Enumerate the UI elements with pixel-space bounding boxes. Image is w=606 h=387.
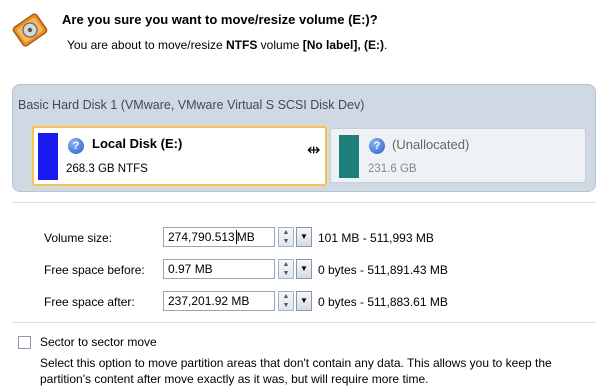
free-space-before-label: Free space before:	[44, 263, 145, 277]
free-space-after-range: 0 bytes - 511,883.61 MB	[318, 295, 448, 309]
free-space-after-stepper[interactable]: ▲ ▼	[278, 291, 294, 311]
sector-move-label[interactable]: Sector to sector move	[40, 335, 157, 349]
dialog-title: Are you sure you want to move/resize vol…	[62, 12, 378, 27]
free-space-before-unit-dropdown[interactable]: ▼	[296, 259, 312, 279]
free-space-after-unit-dropdown[interactable]: ▼	[296, 291, 312, 311]
volume-size-unit-dropdown[interactable]: ▼	[296, 227, 312, 247]
free-space-before-range: 0 bytes - 511,891.43 MB	[318, 263, 448, 277]
partition-info: 268.3 GB NTFS	[66, 163, 148, 175]
volume-size-input[interactable]: 274,790.513 MB	[163, 227, 275, 247]
disk-resize-icon	[12, 13, 48, 47]
disk-title: Basic Hard Disk 1 (VMware, VMware Virtua…	[18, 98, 365, 112]
free-space-before-stepper[interactable]: ▲ ▼	[278, 259, 294, 279]
free-space-after-input[interactable]: 237,201.92 MB	[163, 291, 275, 311]
sector-move-description: Select this option to move partition are…	[40, 356, 552, 386]
resize-handle-icon[interactable]: ⇹	[307, 140, 320, 160]
help-icon[interactable]: ?	[369, 138, 385, 154]
partition-color-bar	[339, 135, 359, 178]
divider	[12, 202, 596, 203]
partition-color-bar	[38, 133, 58, 180]
free-space-after-label: Free space after:	[44, 295, 135, 309]
volume-size-range: 101 MB - 511,993 MB	[318, 231, 434, 245]
partition-info: 231.6 GB	[368, 163, 417, 175]
dialog-header: Are you sure you want to move/resize vol…	[0, 0, 606, 82]
free-space-before-input[interactable]: 0.97 MB	[163, 259, 275, 279]
volume-size-stepper[interactable]: ▲ ▼	[278, 227, 294, 247]
partition-name: (Unallocated)	[392, 137, 470, 152]
help-icon[interactable]: ?	[68, 138, 84, 154]
volume-size-label: Volume size:	[44, 231, 113, 245]
sector-move-checkbox[interactable]	[18, 336, 31, 349]
divider	[12, 322, 596, 323]
partition-local-disk-e[interactable]	[32, 126, 327, 186]
dialog-subtitle: You are about to move/resize NTFS volume…	[67, 38, 388, 52]
partition-name: Local Disk (E:)	[92, 136, 183, 151]
